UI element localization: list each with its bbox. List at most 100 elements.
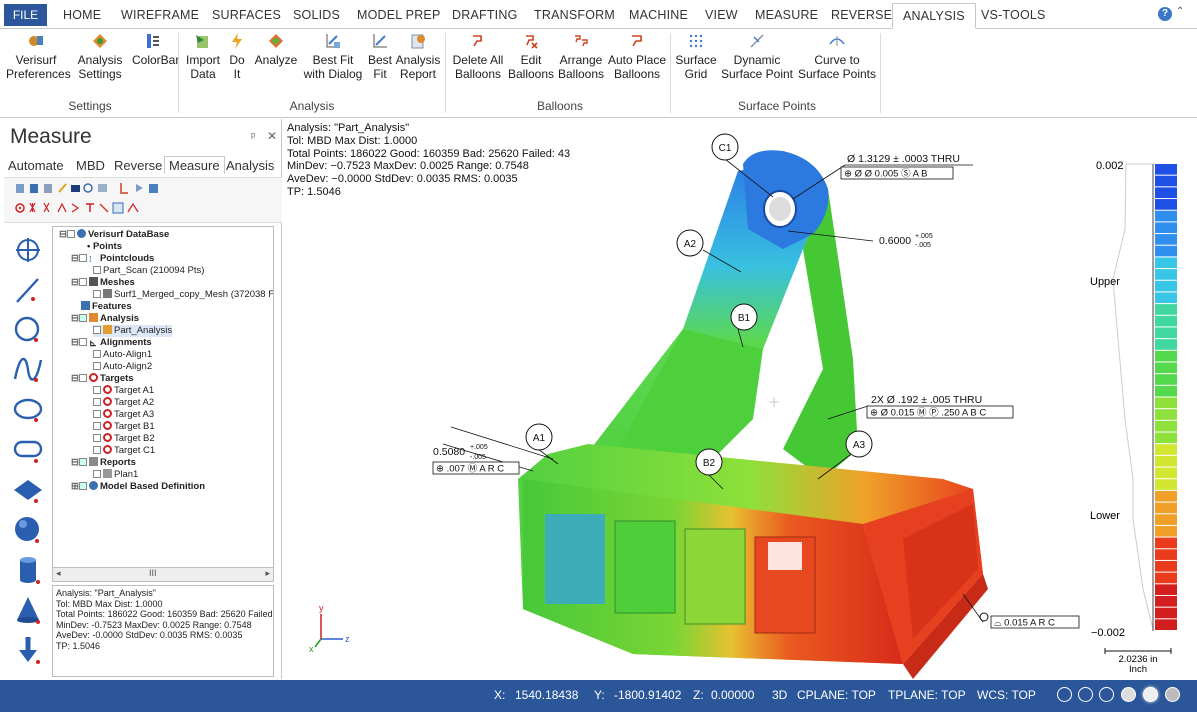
vector-point-feature-icon[interactable] (12, 634, 44, 666)
tree-node[interactable]: Plan1 (93, 469, 138, 481)
tab-machine[interactable]: MACHINE (629, 4, 688, 26)
tab-drafting[interactable]: DRAFTING (452, 4, 518, 26)
verisurf-preferences-button[interactable]: Verisurf Preferences (6, 29, 71, 91)
tree-horizontal-scrollbar[interactable]: ◂ III ▸ (52, 567, 274, 582)
fcf-profile[interactable]: ⌓ 0.015 A R C (994, 618, 1055, 629)
dim-hole-top[interactable]: Ø 1.3129 ± .0003 THRU (847, 153, 960, 165)
panel-tab-reverse[interactable]: Reverse (114, 158, 162, 173)
scroll-right-icon[interactable]: ▸ (265, 568, 270, 579)
tree-node[interactable]: Features (81, 301, 132, 313)
do-it-button[interactable]: Do It (226, 29, 248, 91)
dim-thickness[interactable]: 0.6000 (879, 235, 911, 247)
wcs-selector[interactable]: WCS: TOP (977, 688, 1036, 702)
graphics-viewport[interactable]: Analysis: "Part_Analysis" Tol: MBD Max D… (283, 119, 1197, 679)
tree-node[interactable]: ⊟ ⊾ Alignments (71, 337, 152, 349)
tab-reverse[interactable]: REVERSE (831, 4, 892, 26)
tree-node[interactable]: Target B2 (93, 433, 155, 445)
tree-node[interactable]: Part_Analysis (93, 325, 173, 337)
analyze-button[interactable]: Analyze (252, 29, 300, 91)
curve-feature-icon[interactable] (12, 354, 44, 386)
best-fit-with-dialog-button[interactable]: Best Fit with Dialog (300, 29, 366, 91)
scroll-grip[interactable]: III (149, 568, 157, 578)
tab-view[interactable]: VIEW (705, 4, 738, 26)
help-icon[interactable]: ? (1158, 7, 1172, 21)
surface-grid-button[interactable]: Surface Grid (674, 29, 718, 91)
tab-vs-tools[interactable]: VS-TOOLS (981, 4, 1046, 26)
cylinder-feature-icon[interactable] (12, 554, 44, 586)
coord-y-value: -1800.91402 (614, 688, 682, 702)
tree-node[interactable]: Target C1 (93, 445, 155, 457)
dim-holes-2x[interactable]: 2X Ø .192 ± .005 THRU (871, 394, 982, 406)
plane-feature-icon[interactable] (12, 474, 44, 506)
auto-place-balloons-button[interactable]: Auto Place Balloons (607, 29, 667, 91)
globe-icon[interactable] (1078, 687, 1093, 702)
tree-node[interactable]: ⊟ Targets (71, 373, 134, 385)
line-feature-icon[interactable] (12, 274, 44, 306)
tab-surfaces[interactable]: SURFACES (212, 4, 281, 26)
analysis-report-button[interactable]: Analysis Report (394, 29, 442, 91)
delete-all-balloons-button[interactable]: Delete All Balloons (450, 29, 506, 91)
tree-node[interactable]: Target A2 (93, 397, 154, 409)
edit-balloons-button[interactable]: Edit Balloons (508, 29, 554, 91)
collapse-ribbon-icon[interactable]: ⌃ (1176, 6, 1184, 17)
tree-node[interactable]: Target B1 (93, 421, 155, 433)
toolbar-row-2[interactable] (15, 202, 139, 214)
panel-tab-measure[interactable]: Measure (164, 156, 225, 174)
fcf-holes-2x[interactable]: ⊕ Ø 0.015 Ⓜ Ⓟ .250 A B C (870, 408, 986, 419)
dynamic-surface-point-button[interactable]: Dynamic Surface Point (718, 29, 796, 91)
tree-node[interactable]: ⊟ Verisurf DataBase (59, 229, 169, 241)
panel-tab-mbd[interactable]: MBD (76, 158, 105, 173)
colorbar-button[interactable]: ColorBar (132, 29, 179, 91)
tree-node[interactable]: Auto-Align1 (93, 349, 152, 361)
dim-left[interactable]: 0.5080 (433, 446, 465, 458)
arrange-balloons-button[interactable]: Arrange Balloons (556, 29, 606, 91)
cone-feature-icon[interactable] (12, 594, 44, 626)
tree-node[interactable]: Surf1_Merged_copy_Mesh (372038 Fa (93, 289, 273, 301)
tab-wireframe[interactable]: WIREFRAME (121, 4, 199, 26)
sphere-feature-icon[interactable] (12, 514, 44, 546)
tree-node[interactable]: Target A1 (93, 385, 154, 397)
tree-node[interactable]: Auto-Align2 (93, 361, 152, 373)
point-feature-icon[interactable] (12, 234, 44, 266)
tree-node[interactable]: ⊞ Model Based Definition (71, 481, 205, 493)
ribbon: Verisurf Preferences Analysis Settings C… (0, 29, 1197, 118)
tree-node[interactable]: Target A3 (93, 409, 154, 421)
view-mode[interactable]: 3D (772, 688, 787, 702)
tab-solids[interactable]: SOLIDS (293, 4, 340, 26)
cplane-selector[interactable]: CPLANE: TOP (797, 688, 876, 702)
tab-home[interactable]: HOME (63, 4, 101, 26)
tree-node[interactable]: ⊟ Meshes (71, 277, 135, 289)
sphere-icon[interactable] (1143, 687, 1158, 702)
slot-feature-icon[interactable] (12, 434, 44, 466)
tab-transform[interactable]: TRANSFORM (534, 4, 615, 26)
panel-tab-analysis[interactable]: Analysis (226, 158, 274, 173)
toolbar-row-1[interactable] (16, 183, 158, 194)
sphere-icon[interactable] (1121, 687, 1136, 702)
fcf-hole-top[interactable]: ⊕ Ø Ø 0.005 Ⓢ A B (844, 169, 927, 180)
tree-node[interactable]: ⊟ Analysis (71, 313, 139, 325)
pin-icon[interactable]: ᵖ (251, 131, 255, 143)
best-fit-button[interactable]: Best Fit (366, 29, 394, 91)
fcf-left[interactable]: ⊕ .007 Ⓜ A R C (436, 464, 504, 475)
tree-node[interactable]: • Points (87, 241, 122, 253)
ellipse-feature-icon[interactable] (12, 394, 44, 426)
tab-file[interactable]: FILE (4, 4, 47, 26)
tab-model-prep[interactable]: MODEL PREP (357, 4, 441, 26)
analysis-settings-button[interactable]: Analysis Settings (72, 29, 128, 91)
tree-node[interactable]: ⊟ ⁞ Pointclouds (71, 253, 154, 265)
close-icon[interactable]: ✕ (267, 129, 277, 143)
part-model-view[interactable]: C1 A2 B1 A1 B2 A3 Ø 1.3129 ± .0003 THRU … (283, 119, 1197, 679)
circle-feature-icon[interactable] (12, 314, 44, 346)
tree-node[interactable]: ⊟ Reports (71, 457, 136, 469)
tree-node[interactable]: Part_Scan (210094 Pts) (93, 265, 204, 277)
import-data-button[interactable]: Import Data (182, 29, 224, 91)
scroll-left-icon[interactable]: ◂ (56, 568, 61, 579)
globe-icon[interactable] (1057, 687, 1072, 702)
tab-measure[interactable]: MEASURE (755, 4, 818, 26)
globe-icon[interactable] (1099, 687, 1114, 702)
tab-analysis[interactable]: ANALYSIS (892, 3, 976, 29)
curve-to-surface-points-button[interactable]: Curve to Surface Points (796, 29, 878, 91)
tplane-selector[interactable]: TPLANE: TOP (888, 688, 966, 702)
sphere-icon[interactable] (1165, 687, 1180, 702)
panel-tab-automate[interactable]: Automate (8, 158, 64, 173)
